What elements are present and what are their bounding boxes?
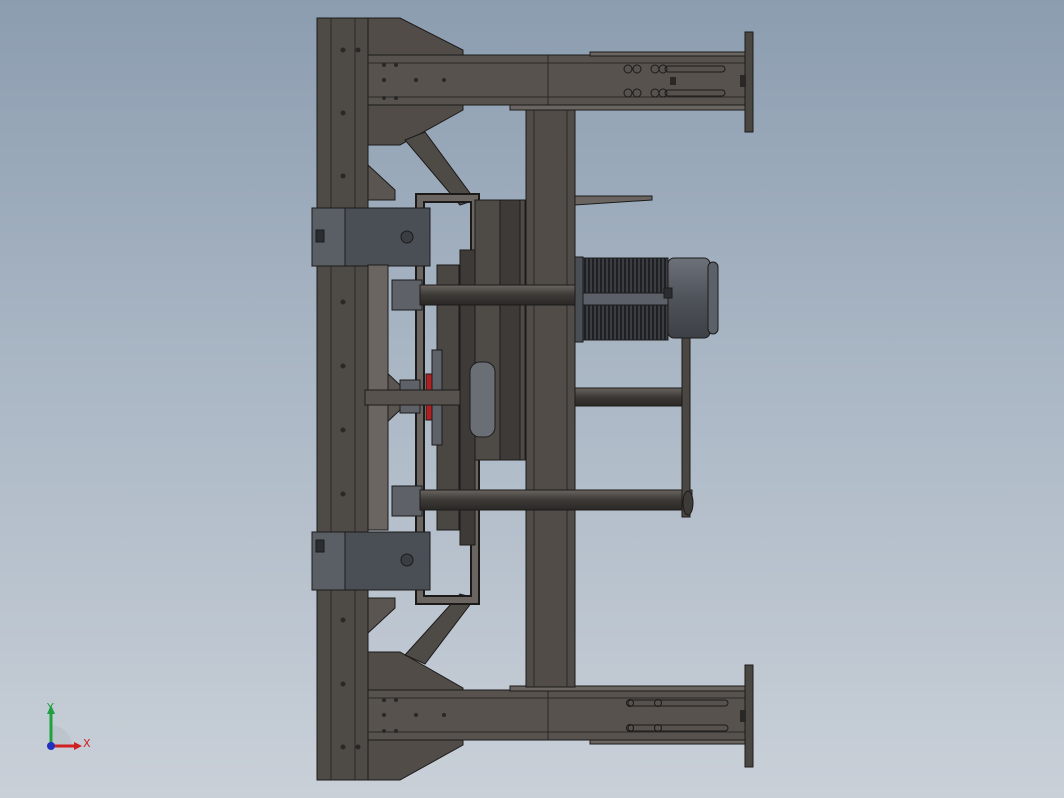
bottom-end-plate <box>744 664 754 768</box>
upper-bearing-block <box>311 207 431 267</box>
lower-bearing-block <box>311 531 431 591</box>
cad-viewport[interactable]: Y X <box>0 0 1064 798</box>
x-axis-label: X <box>83 737 91 750</box>
middle-shaft <box>574 387 688 407</box>
motor <box>574 256 719 343</box>
z-axis-dot <box>47 742 55 750</box>
left-frame-column <box>316 17 369 781</box>
central-post <box>525 109 576 688</box>
center-hub <box>469 361 496 438</box>
machine-model <box>311 17 754 781</box>
y-axis-label: Y <box>46 701 54 714</box>
lower-shaft <box>419 489 693 511</box>
coordinate-triad: Y X <box>46 701 91 750</box>
top-end-plate <box>744 31 754 133</box>
